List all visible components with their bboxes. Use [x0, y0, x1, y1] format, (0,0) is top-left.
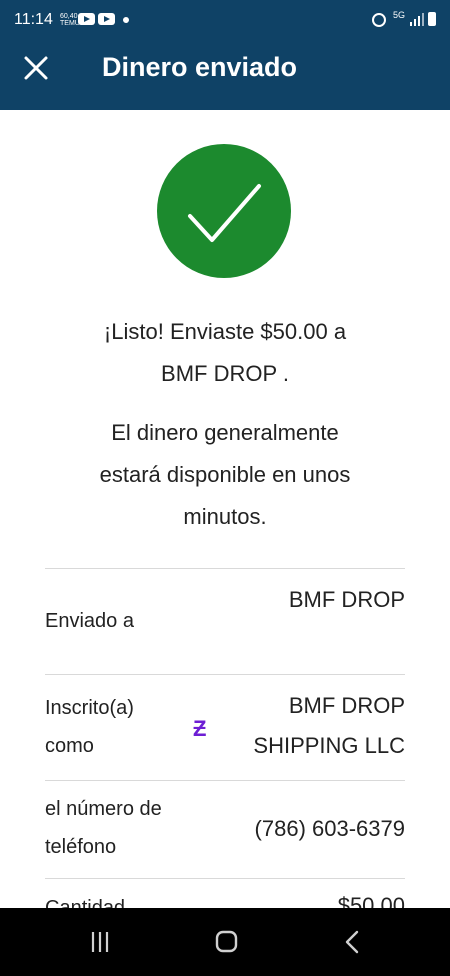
recent-apps-button[interactable]	[80, 924, 120, 960]
sent-to-value: BMF DROP	[288, 587, 405, 612]
phone-value: (786) 603-6379	[254, 816, 405, 841]
confirmation-line-1: ¡Listo! Enviaste $50.00 a	[103, 319, 347, 344]
back-button[interactable]	[332, 924, 372, 960]
status-time: 11:14	[14, 11, 53, 28]
confirmation-message: ¡Listo! Enviaste $50.00 a BMF DROP .	[45, 311, 405, 395]
enrolled-label-line-1: Inscrito(a)	[45, 697, 134, 719]
battery-icon	[428, 12, 436, 26]
phone-label-line-2: teléfono	[45, 836, 117, 858]
status-bar: 11:14 60,40 TEMU 5G	[0, 0, 450, 40]
more-notifications-icon	[123, 17, 129, 23]
back-icon	[345, 930, 359, 954]
availability-message: El dinero generalmente estará disponible…	[45, 412, 405, 538]
enrolled-value: BMF DROP SHIPPING LLC	[253, 686, 405, 766]
system-navigation-bar	[0, 908, 450, 976]
enrolled-value-line-1: BMF DROP	[288, 693, 405, 718]
divider	[45, 780, 405, 781]
close-button[interactable]	[18, 50, 54, 86]
availability-line-1: El dinero generalmente	[111, 420, 339, 445]
enrolled-value-line-2: SHIPPING LLC	[253, 733, 405, 758]
network-5g-icon: 5G	[392, 10, 405, 20]
youtube-notification-icon	[78, 13, 95, 25]
enrolled-label-line-2: como	[45, 735, 94, 757]
zelle-icon: Ƶ	[193, 716, 207, 741]
sent-to-label: Enviado a	[45, 610, 134, 632]
home-button[interactable]	[206, 924, 246, 960]
divider	[45, 878, 405, 879]
availability-line-3: minutos.	[183, 504, 267, 529]
signal-icon	[410, 13, 424, 26]
checkmark-icon	[188, 184, 261, 242]
divider	[45, 568, 405, 569]
availability-line-2: estará disponible en unos	[99, 462, 351, 487]
youtube-notification-icon	[98, 13, 115, 25]
phone-label-line-1: el número de	[45, 798, 162, 820]
page-title: Dinero enviado	[102, 52, 298, 82]
phone-label: el número de teléfono	[45, 790, 162, 866]
success-badge	[157, 144, 291, 278]
confirmation-line-2: BMF DROP .	[161, 361, 289, 386]
enrolled-label: Inscrito(a) como	[45, 689, 134, 765]
temu-notification-icon: 60,40 TEMU	[60, 13, 80, 27]
home-icon	[215, 930, 238, 953]
alarm-icon	[372, 13, 386, 27]
divider	[45, 674, 405, 675]
close-icon	[24, 56, 48, 80]
recent-apps-icon	[91, 932, 109, 952]
